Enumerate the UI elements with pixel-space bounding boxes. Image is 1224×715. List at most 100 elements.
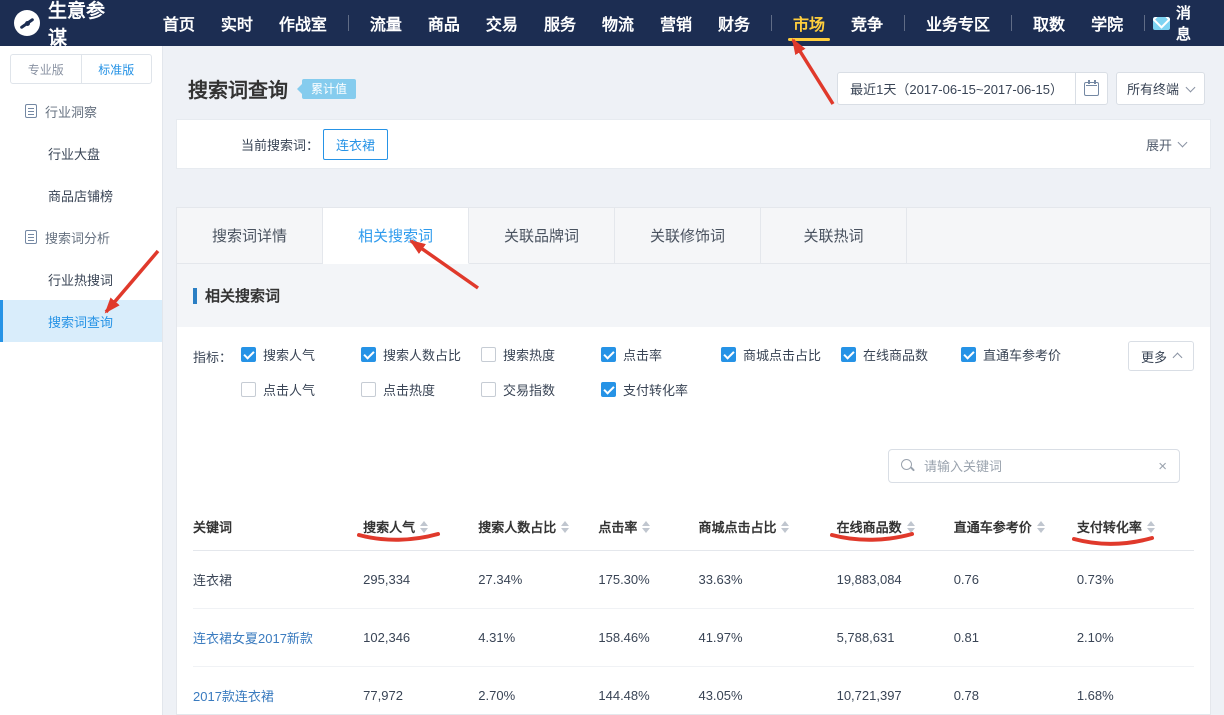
cell-mall-click-ratio: 33.63% [698,572,836,587]
sort-icon[interactable] [907,521,915,533]
metric-payment-conversion[interactable]: 支付转化率 [601,380,721,399]
nav-item-war-room[interactable]: 作战室 [266,0,340,46]
sidebar-group-search-word-analysis[interactable]: 搜索词分析 [0,216,162,258]
page-title: 搜索词查询 [188,74,288,103]
cell-keyword-link[interactable]: 2017款连衣裙 [193,686,363,705]
cumulative-badge: 累计值 [302,79,356,99]
metric-search-user-ratio[interactable]: 搜索人数占比 [361,345,481,364]
related-search-table: 关键词 搜索人气 搜索人数占比 点击率 [193,497,1194,715]
nav-item-academy[interactable]: 学院 [1078,0,1136,46]
chevron-down-icon [1186,82,1196,92]
cell-click-rate: 175.30% [598,572,698,587]
section-accent-bar [193,288,197,304]
nav-item-realtime[interactable]: 实时 [208,0,266,46]
metrics-row-1: 搜索人气 搜索人数占比 搜索热度 [241,345,1194,364]
nav-item-market[interactable]: 市场 [780,0,838,46]
sort-icon[interactable] [420,521,428,533]
metric-ztc-reference-price[interactable]: 直通车参考价 [961,345,1081,364]
sort-icon[interactable] [642,521,650,533]
column-header-ztc-reference-price[interactable]: 直通车参考价 [954,517,1077,536]
chevron-down-icon [1178,138,1188,148]
column-label: 关键词 [193,517,232,536]
nav-item-home[interactable]: 首页 [150,0,208,46]
tab-related-search-words[interactable]: 相关搜索词 [323,208,469,264]
sort-icon[interactable] [781,521,789,533]
sidebar-item-industry-hot-words[interactable]: 行业热搜词 [0,258,162,300]
sort-icon[interactable] [1037,521,1045,533]
expand-toggle[interactable]: 展开 [1146,135,1186,154]
brand-name: 生意参谋 [48,0,124,50]
column-header-search-popularity[interactable]: 搜索人气 [363,517,478,536]
current-term-tag[interactable]: 连衣裙 [323,129,388,160]
expand-label: 展开 [1146,135,1172,154]
terminal-select[interactable]: 所有终端 [1116,72,1205,105]
more-metrics-button[interactable]: 更多 [1128,341,1194,371]
tab-related-modifier-words[interactable]: 关联修饰词 [615,208,761,264]
related-search-panel: 相关搜索词 指标： 搜索人气 搜索人数占比 [176,264,1211,715]
metrics-rows: 搜索人气 搜索人数占比 搜索热度 [241,345,1194,415]
brand[interactable]: 生意参谋 [14,0,124,50]
sidebar-item-industry-dashboard[interactable]: 行业大盘 [0,132,162,174]
cell-keyword-link[interactable]: 连衣裙女夏2017新款 [193,628,363,647]
metric-click-popularity[interactable]: 点击人气 [241,380,361,399]
version-tabs: 专业版 标准版 [10,54,152,84]
sort-icon[interactable] [561,521,569,533]
metric-mall-click-ratio[interactable]: 商城点击占比 [721,345,841,364]
nav-items: 首页 实时 作战室 流量 商品 交易 服务 物流 营销 财务 市场 竞争 业务专… [150,0,1153,46]
column-header-mall-click-ratio[interactable]: 商城点击占比 [698,517,836,536]
document-icon [25,230,37,244]
sidebar-group-label: 行业洞察 [45,102,97,121]
column-label: 商城点击占比 [698,517,776,536]
column-header-search-user-ratio[interactable]: 搜索人数占比 [478,517,598,536]
nav-item-service[interactable]: 服务 [531,0,589,46]
column-header-payment-conversion[interactable]: 支付转化率 [1077,517,1194,536]
nav-divider [771,15,772,31]
nav-item-data-extract[interactable]: 取数 [1020,0,1078,46]
nav-item-traffic[interactable]: 流量 [357,0,415,46]
column-label: 点击率 [598,517,637,536]
top-navbar: 生意参谋 首页 实时 作战室 流量 商品 交易 服务 物流 营销 财务 市场 竞… [0,0,1224,46]
keyword-search-input[interactable] [924,459,1149,474]
sidebar-item-goods-shop-rank[interactable]: 商品店铺榜 [0,174,162,216]
nav-message-label: 消息 [1176,2,1206,44]
table-search-area: × [177,415,1210,497]
tab-search-word-detail[interactable]: 搜索词详情 [177,208,323,264]
calendar-button[interactable] [1075,73,1107,104]
column-header-click-rate[interactable]: 点击率 [598,517,698,536]
tab-related-brand-words[interactable]: 关联品牌词 [469,208,615,264]
nav-item-finance[interactable]: 财务 [705,0,763,46]
metric-online-products[interactable]: 在线商品数 [841,345,961,364]
sort-icon[interactable] [1147,521,1155,533]
metric-label: 点击人气 [263,380,315,399]
chevron-up-icon [1173,353,1183,363]
column-header-online-products[interactable]: 在线商品数 [837,517,954,536]
metric-search-popularity[interactable]: 搜索人气 [241,345,361,364]
nav-message[interactable]: 消息 [1153,2,1210,44]
sidebar-tab-standard[interactable]: 标准版 [81,55,152,83]
metric-search-heat[interactable]: 搜索热度 [481,345,601,364]
cell-search-popularity: 102,346 [363,630,478,645]
metric-click-rate[interactable]: 点击率 [601,345,721,364]
date-range-picker[interactable]: 最近1天（2017-06-15~2017-06-15） [837,72,1108,105]
table-row: 连衣裙 295,334 27.34% 175.30% 33.63% 19,883… [193,551,1194,609]
column-header-keyword: 关键词 [193,517,363,536]
nav-item-trade[interactable]: 交易 [473,0,531,46]
nav-item-logistics[interactable]: 物流 [589,0,647,46]
sidebar-group-industry-insight[interactable]: 行业洞察 [0,90,162,132]
metric-trade-index[interactable]: 交易指数 [481,380,601,399]
column-label: 搜索人数占比 [478,517,556,536]
metric-click-heat[interactable]: 点击热度 [361,380,481,399]
sidebar-tab-professional[interactable]: 专业版 [11,55,81,83]
nav-item-goods[interactable]: 商品 [415,0,473,46]
nav-item-marketing[interactable]: 营销 [647,0,705,46]
tab-related-hot-words[interactable]: 关联热词 [761,208,907,264]
checkbox-icon [841,347,856,362]
search-icon [901,459,915,473]
header-controls: 最近1天（2017-06-15~2017-06-15） 所有终端 [837,72,1205,105]
clear-search-icon[interactable]: × [1158,459,1167,474]
sidebar-item-search-word-query[interactable]: 搜索词查询 [0,300,162,342]
content-tabs: 搜索词详情 相关搜索词 关联品牌词 关联修饰词 关联热词 [176,207,1211,264]
nav-item-competition[interactable]: 竞争 [838,0,896,46]
nav-item-business-zone[interactable]: 业务专区 [913,0,1003,46]
sidebar: 专业版 标准版 行业洞察 行业大盘 商品店铺榜 搜索词分析 行业热搜词 搜索词查… [0,46,163,715]
